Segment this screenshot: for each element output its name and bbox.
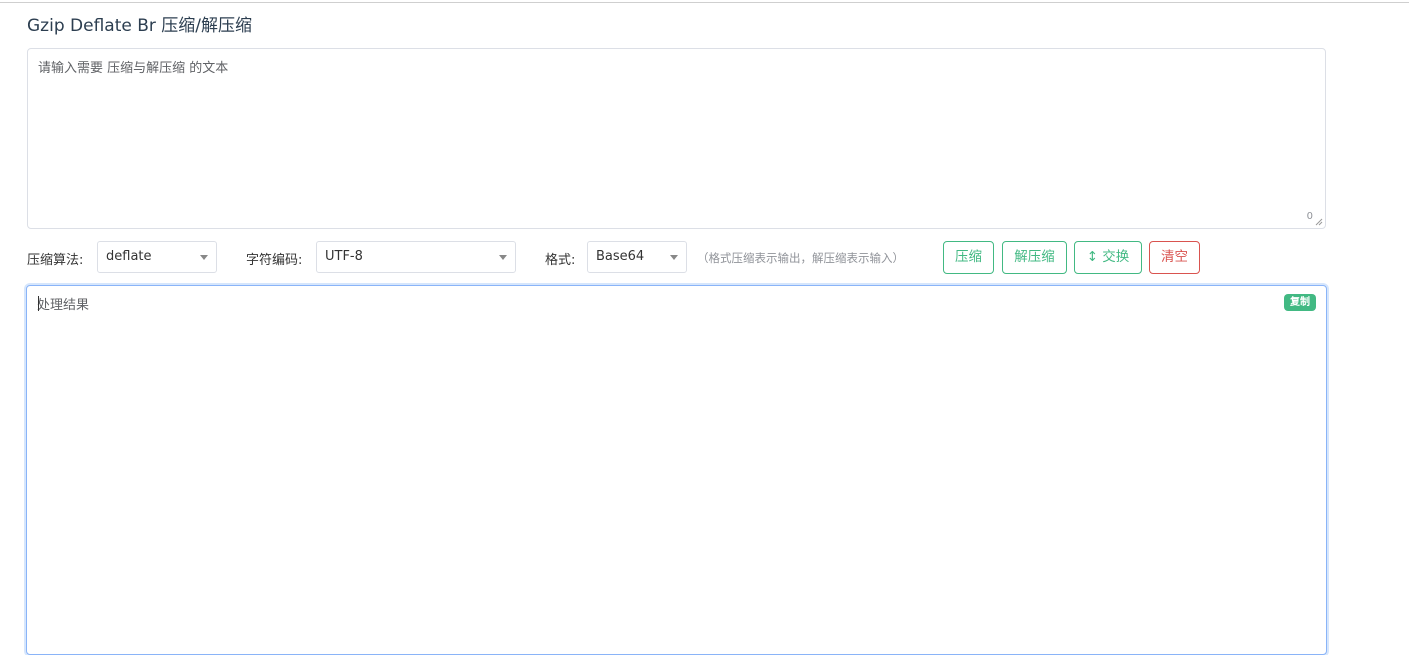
algorithm-select[interactable]: deflate [97, 241, 217, 273]
resize-handle-icon[interactable] [1315, 218, 1323, 226]
output-textarea-container: 复制 [26, 285, 1327, 655]
char-counter: 0 [1306, 211, 1313, 222]
decompress-button[interactable]: 解压缩 [1002, 241, 1067, 274]
copy-button[interactable]: 复制 [1284, 294, 1316, 311]
encoding-select[interactable]: UTF-8 [316, 241, 516, 273]
algorithm-label: 压缩算法: [27, 253, 84, 268]
output-textarea[interactable] [27, 286, 1326, 654]
format-hint: （格式压缩表示输出，解压缩表示输入） [697, 251, 904, 265]
swap-label: 交换 [1102, 249, 1130, 265]
text-cursor [38, 296, 39, 311]
encoding-value: UTF-8 [325, 249, 363, 264]
input-textarea-container: 0 [27, 48, 1326, 229]
compress-button[interactable]: 压缩 [943, 241, 994, 274]
chevron-down-icon [499, 255, 507, 260]
format-value: Base64 [596, 249, 645, 264]
swap-icon: ↕ [1086, 249, 1098, 265]
algorithm-value: deflate [106, 249, 152, 264]
chevron-down-icon [200, 255, 208, 260]
format-select[interactable]: Base64 [587, 241, 687, 273]
input-textarea[interactable] [28, 49, 1325, 228]
page-title: Gzip Deflate Br 压缩/解压缩 [27, 16, 253, 36]
top-divider [0, 2, 1409, 3]
chevron-down-icon [670, 255, 678, 260]
format-label: 格式: [545, 253, 576, 268]
clear-button[interactable]: 清空 [1149, 241, 1200, 274]
encoding-label: 字符编码: [246, 253, 303, 268]
swap-button[interactable]: ↕ 交换 [1074, 241, 1142, 274]
